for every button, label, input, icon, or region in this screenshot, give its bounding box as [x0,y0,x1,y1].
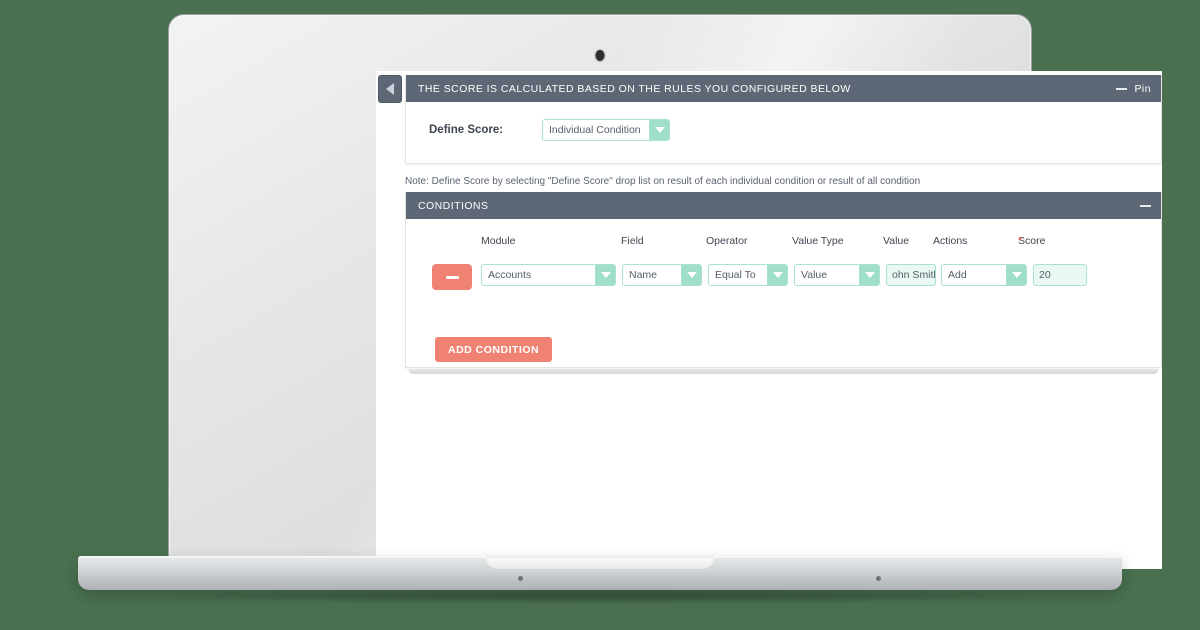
define-score-value: Individual Condition [549,124,641,136]
laptop-mockup: THE SCORE IS CALCULATED BASED ON THE RUL… [0,0,1200,630]
score-input[interactable]: 20 [1033,264,1087,286]
score-panel-body: Define Score: Individual Condition [406,102,1161,163]
score-panel-header: THE SCORE IS CALCULATED BASED ON THE RUL… [406,75,1161,102]
base-foot-right [876,576,881,581]
operator-select[interactable]: Equal To [708,264,788,286]
conditions-panel-body: Module Field Operator Value Type Value A… [406,219,1161,367]
field-select[interactable]: Name [622,264,702,286]
conditions-panel-header: CONDITIONS [406,192,1161,219]
base-notch [486,556,714,569]
stacked-panel-edge [409,369,1158,374]
add-condition-button[interactable]: ADD CONDITION [435,337,553,362]
field-value: Name [629,269,658,281]
chevron-down-icon[interactable] [767,265,787,285]
chevron-down-icon[interactable] [859,265,879,285]
module-value: Accounts [488,269,532,281]
column-header-module: Module [481,235,516,247]
chevron-down-icon[interactable] [1006,265,1026,285]
column-header-value: Value [883,235,910,247]
value-input[interactable]: ohn Smith [886,264,936,286]
laptop-base [78,556,1122,590]
module-select[interactable]: Accounts [481,264,616,286]
laptop-lid: THE SCORE IS CALCULATED BASED ON THE RUL… [168,14,1162,569]
conditions-column-headers: Module Field Operator Value Type Value A… [481,234,1046,248]
column-header-value-type: Value Type [792,235,844,247]
value-type-select[interactable]: Value [794,264,880,286]
minus-icon [445,275,459,279]
app-viewport: THE SCORE IS CALCULATED BASED ON THE RUL… [376,71,1162,569]
pin-label[interactable]: Pin [1134,83,1151,95]
chevron-down-icon[interactable] [649,120,669,140]
condition-row: Accounts Name Equal To Value ohn Smith A… [406,262,1161,292]
column-header-operator: Operator [706,235,748,247]
column-header-actions: Actions [933,235,968,247]
define-score-label: Define Score: [429,124,504,136]
remove-condition-button[interactable] [432,264,472,290]
chevron-down-icon[interactable] [681,265,701,285]
column-header-field: Field [621,235,644,247]
define-score-row: Define Score: Individual Condition [406,102,1161,141]
score-panel: THE SCORE IS CALCULATED BASED ON THE RUL… [405,75,1162,164]
base-foot-left [518,576,523,581]
note-text: Note: Define Score by selecting "Define … [405,176,921,187]
conditions-panel-title: CONDITIONS [418,199,489,212]
sidebar-collapse-button[interactable] [378,75,402,103]
operator-value: Equal To [715,269,756,281]
minimize-icon[interactable] [1116,87,1128,90]
score-panel-header-actions: Pin [1116,83,1151,95]
define-score-select[interactable]: Individual Condition [542,119,670,141]
webcam-icon [595,50,605,61]
action-value: Add [948,269,967,281]
value-type-value: Value [801,269,828,281]
score-panel-title: THE SCORE IS CALCULATED BASED ON THE RUL… [418,82,851,95]
laptop-shadow [120,588,1080,604]
chevron-down-icon[interactable] [595,265,615,285]
caret-left-icon [386,83,394,95]
minimize-icon[interactable] [1140,204,1151,207]
conditions-panel: CONDITIONS Module Field Operator Value T… [405,192,1162,368]
action-select[interactable]: Add [941,264,1027,286]
laptop-screen: THE SCORE IS CALCULATED BASED ON THE RUL… [376,71,1162,569]
required-asterisk: * [1018,234,1023,248]
